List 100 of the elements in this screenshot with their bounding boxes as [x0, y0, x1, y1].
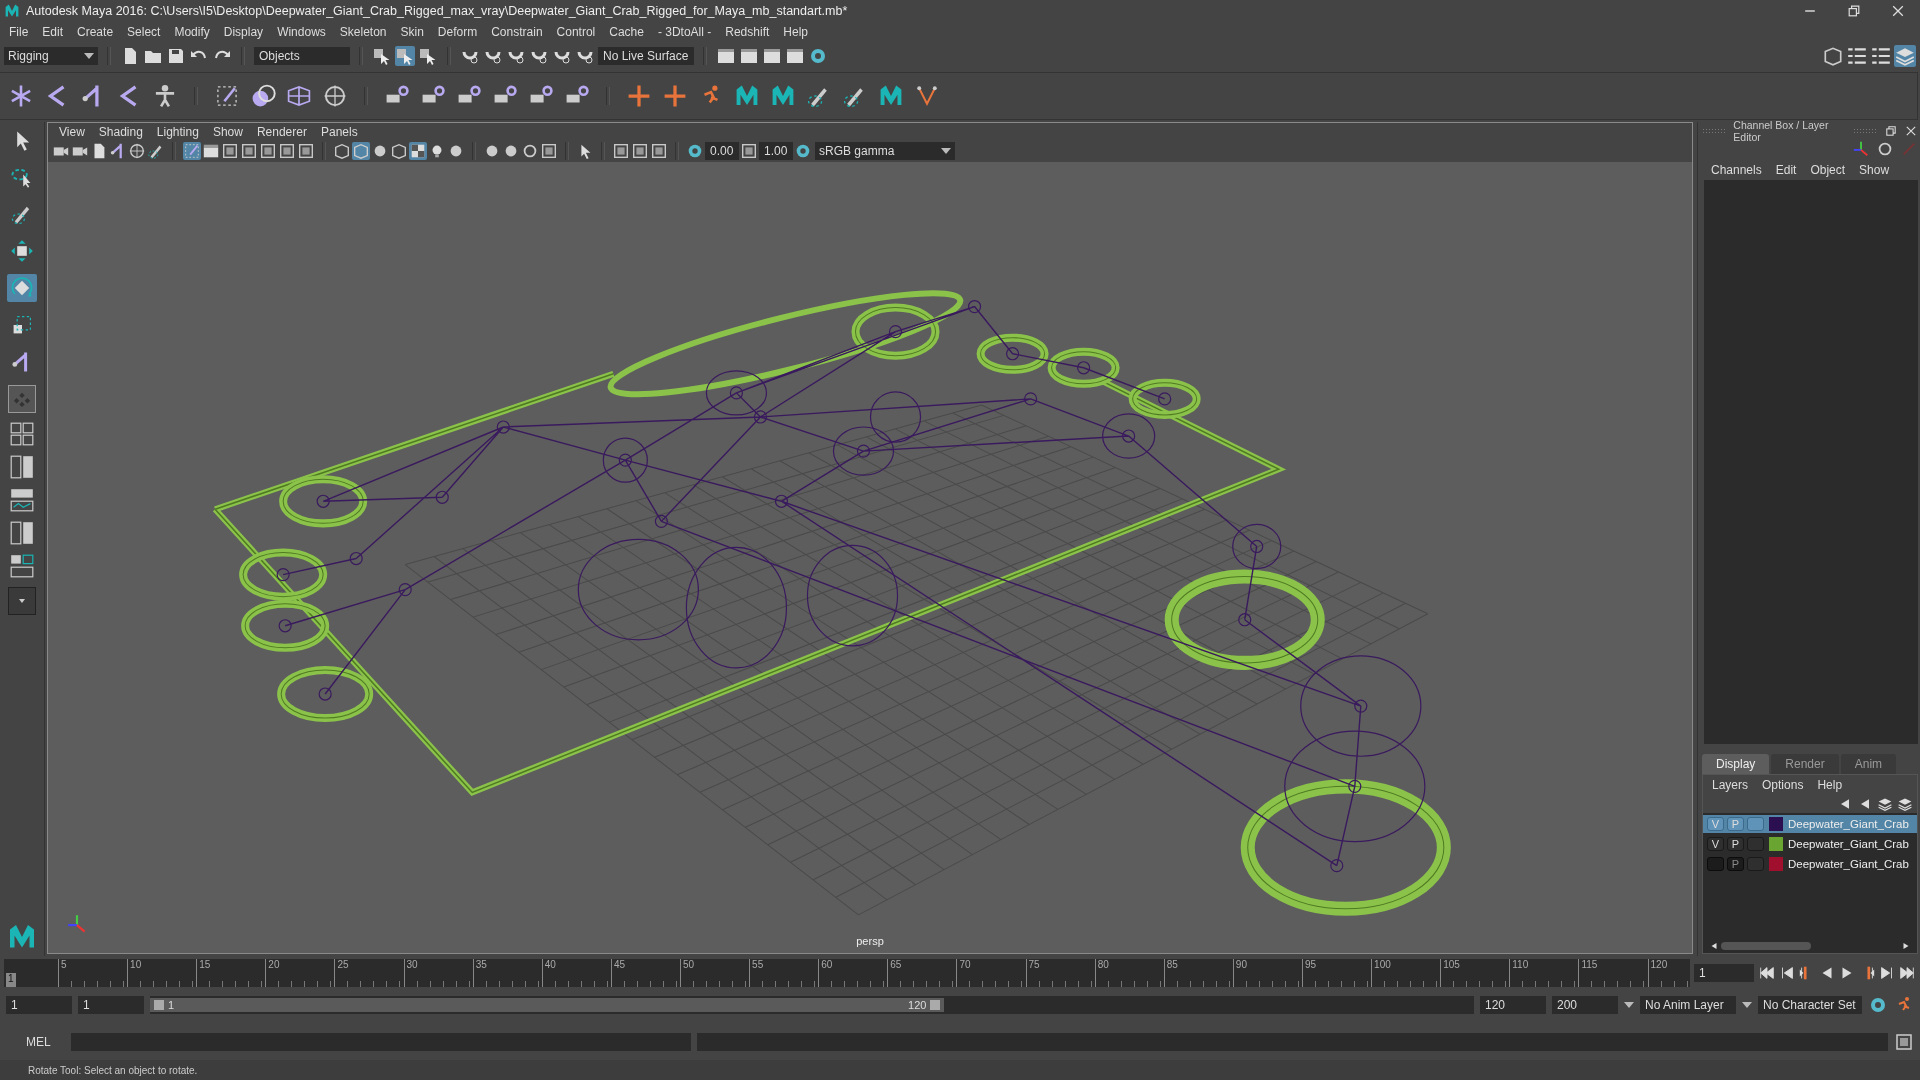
selection-mask-icon[interactable] — [395, 46, 415, 66]
layers-icon[interactable] — [1894, 45, 1916, 67]
shaded-cube-icon[interactable] — [352, 142, 370, 160]
layer-menu-item[interactable]: Help — [1810, 778, 1850, 792]
menu-item[interactable]: Modify — [167, 25, 217, 39]
menu-item[interactable]: Control — [549, 25, 603, 39]
two-view-layout-icon[interactable] — [10, 455, 34, 479]
layer-editor-tab[interactable]: Display — [1702, 754, 1770, 774]
maya-logo-icon[interactable] — [4, 3, 20, 19]
render-icon[interactable] — [739, 46, 759, 66]
character-set-dropdown[interactable]: No Character Set — [1758, 996, 1862, 1014]
menu-item[interactable]: Skeleton — [332, 25, 394, 39]
menu-item[interactable]: Edit — [35, 25, 71, 39]
ipr-render-icon[interactable] — [762, 46, 782, 66]
color-space-dropdown[interactable]: sRGB gamma — [815, 142, 955, 160]
menu-item[interactable]: Create — [70, 25, 121, 39]
current-frame-marker[interactable]: 1 — [6, 973, 16, 987]
square-icon[interactable] — [631, 142, 649, 160]
attribute-list-icon[interactable] — [1846, 45, 1868, 67]
render-icon[interactable] — [716, 46, 736, 66]
sphere-icon[interactable] — [250, 83, 276, 109]
channel-box-menu-item[interactable]: Show — [1852, 163, 1897, 177]
playback-toggle[interactable]: P — [1727, 837, 1744, 851]
menu-item[interactable]: Constrain — [484, 25, 550, 39]
render-settings-icon[interactable] — [785, 46, 805, 66]
lattice-icon[interactable] — [286, 83, 312, 109]
panel-menu-item[interactable]: Renderer — [249, 124, 314, 139]
playback-toggle[interactable]: P — [1727, 857, 1744, 871]
graph-layout-icon[interactable] — [10, 554, 34, 578]
film-icon[interactable] — [202, 142, 220, 160]
outliner-layout-icon[interactable] — [10, 521, 34, 545]
menu-item[interactable]: Select — [120, 25, 168, 39]
panel-menu-item[interactable]: Lighting — [149, 124, 206, 139]
panel-menu-item[interactable]: Shading — [91, 124, 150, 139]
menu-set-dropdown[interactable]: Rigging — [4, 47, 98, 65]
range-bar[interactable]: 1 120 — [150, 998, 945, 1012]
current-frame-field[interactable]: 1 — [1694, 964, 1754, 982]
command-input-field[interactable] — [70, 1033, 691, 1051]
menu-item[interactable]: Redshift — [718, 25, 777, 39]
layer-color-swatch[interactable] — [1769, 857, 1783, 871]
close-icon[interactable] — [1890, 3, 1906, 19]
dashed-box-icon[interactable] — [214, 83, 240, 109]
gamma-field[interactable]: 1.00 — [759, 142, 793, 160]
go-to-end-icon[interactable] — [1898, 964, 1916, 982]
visibility-toggle[interactable]: V — [1707, 837, 1724, 851]
command-language-label[interactable]: MEL — [6, 1035, 65, 1049]
selection-mask-icon[interactable] — [418, 46, 438, 66]
ring-icon[interactable] — [521, 142, 539, 160]
live-surface-field[interactable]: No Live Surface — [598, 47, 694, 65]
four-view-layout-icon[interactable] — [10, 422, 34, 446]
channel-box-menu-item[interactable]: Channels — [1704, 163, 1769, 177]
close-icon[interactable] — [1904, 124, 1918, 138]
start-time-field[interactable]: 1 — [6, 996, 72, 1014]
square-icon[interactable] — [650, 142, 668, 160]
panel-menu-item[interactable]: Panels — [313, 124, 365, 139]
selection-mode-dropdown[interactable]: Objects — [254, 47, 350, 65]
single-view-layout-icon[interactable] — [8, 385, 36, 413]
playback-start-field[interactable]: 1 — [78, 996, 144, 1014]
cross-icon[interactable] — [662, 83, 688, 109]
menu-item[interactable]: Cache — [602, 25, 651, 39]
square-icon[interactable] — [612, 142, 630, 160]
menu-item[interactable]: File — [2, 25, 36, 39]
save-icon[interactable] — [166, 46, 186, 66]
menu-item[interactable]: Deform — [430, 25, 485, 39]
scroll-left-icon[interactable] — [1709, 941, 1719, 951]
square-icon[interactable] — [278, 142, 296, 160]
cross-icon[interactable] — [626, 83, 652, 109]
square-icon[interactable] — [259, 142, 277, 160]
layer-editor-tab[interactable]: Anim — [1840, 754, 1897, 774]
restore-icon[interactable] — [1846, 3, 1862, 19]
channel-box-menu-item[interactable]: Object — [1803, 163, 1853, 177]
layer-color-swatch[interactable] — [1769, 837, 1783, 851]
menu-item[interactable]: Display — [216, 25, 271, 39]
viewport[interactable]: persp — [48, 162, 1692, 953]
axes-icon[interactable] — [1852, 140, 1870, 158]
crosshair-icon[interactable] — [322, 83, 348, 109]
reference-toggle[interactable] — [1747, 817, 1764, 831]
rotate-tool-icon[interactable] — [7, 274, 37, 302]
layer-row[interactable]: V P Deepwater_Giant_Crab — [1703, 835, 1917, 853]
exposure-field[interactable]: 0.00 — [705, 142, 739, 160]
circle-icon[interactable] — [1876, 140, 1894, 158]
layer-menu-item[interactable]: Layers — [1705, 778, 1756, 792]
checker-icon[interactable] — [409, 142, 427, 160]
anim-layer-dropdown[interactable]: No Anim Layer — [1640, 996, 1736, 1014]
square-icon[interactable] — [540, 142, 558, 160]
layer-row[interactable]: P Deepwater_Giant_Crab — [1703, 855, 1917, 873]
channel-box-menu-item[interactable]: Edit — [1768, 163, 1804, 177]
square-icon[interactable] — [240, 142, 258, 160]
menu-item[interactable]: - 3DtoAll - — [650, 25, 719, 39]
graph-layout-icon[interactable] — [10, 488, 34, 512]
cube-icon[interactable] — [390, 142, 408, 160]
scrollbar-thumb[interactable] — [1721, 942, 1811, 950]
end-time-field[interactable]: 200 — [1552, 996, 1618, 1014]
square-icon[interactable] — [221, 142, 239, 160]
layer-row[interactable]: V P Deepwater_Giant_Crab — [1703, 815, 1917, 833]
panel-menu-item[interactable]: View — [52, 124, 92, 139]
new-layer-icon[interactable] — [1897, 796, 1913, 812]
menu-item[interactable]: Windows — [270, 25, 333, 39]
time-slider[interactable]: 1 5 10 15 20 25 30 35 40 45 50 55 60 65 70 75 80 85 90 95 100 105 110 115 120 — [4, 959, 1690, 987]
panel-menu-item[interactable]: Show — [205, 124, 250, 139]
